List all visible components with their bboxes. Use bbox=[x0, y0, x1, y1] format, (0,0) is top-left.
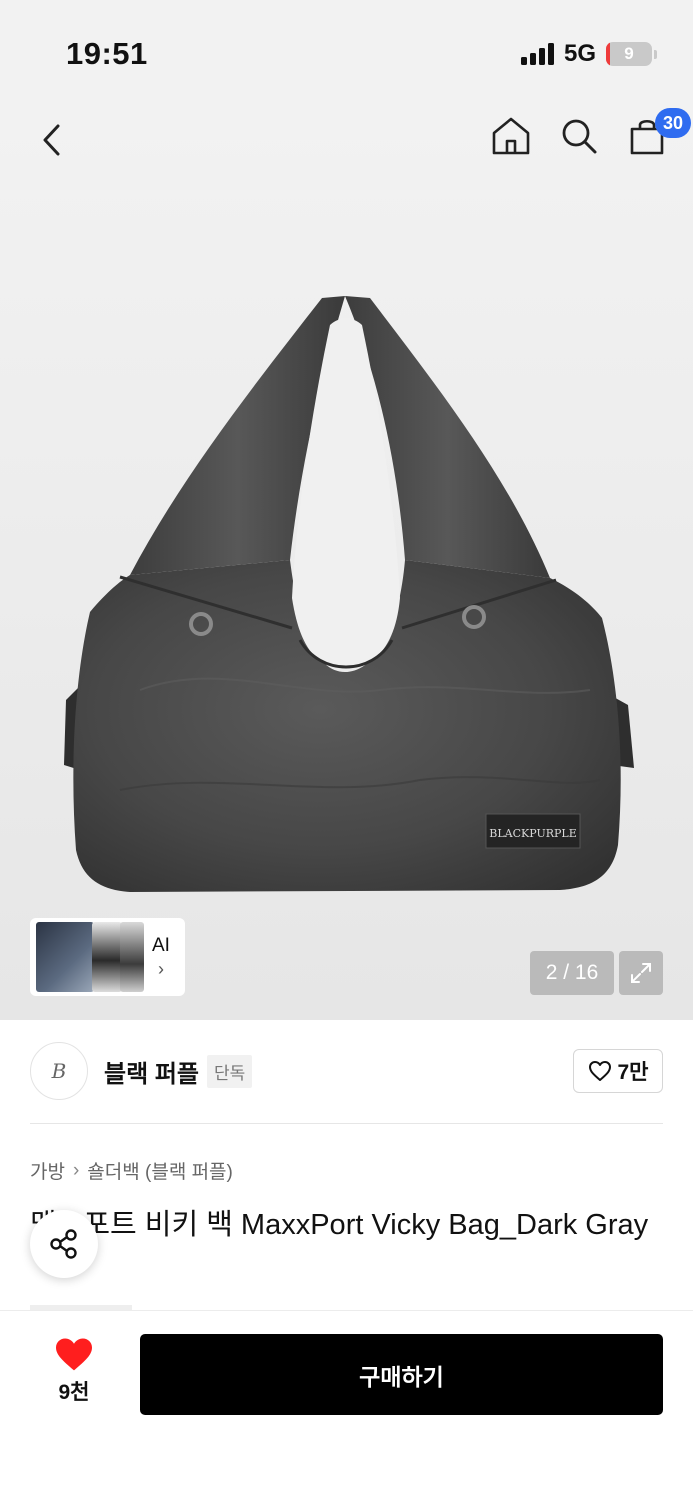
status-bar: 19:51 5G 9 bbox=[0, 0, 693, 100]
product-image-gallery[interactable]: BLACKPURPLE AI › 2 / 16 bbox=[0, 100, 693, 1020]
buy-button[interactable]: 구매하기 bbox=[140, 1334, 663, 1415]
chevron-right-icon: › bbox=[157, 958, 164, 979]
status-indicators: 5G 9 bbox=[520, 40, 657, 68]
cart-count-badge: 30 bbox=[655, 108, 691, 138]
ai-styling-card[interactable]: AI › bbox=[30, 918, 185, 996]
battery-icon: 9 bbox=[606, 42, 652, 66]
ai-thumbnail bbox=[36, 922, 94, 992]
share-button[interactable] bbox=[30, 1210, 98, 1278]
product-image: BLACKPURPLE bbox=[64, 296, 634, 892]
product-title: 맥스포트 비키 백 MaxxPort Vicky Bag_Dark Gray bbox=[30, 1209, 649, 1241]
status-time: 19:51 bbox=[66, 36, 148, 71]
brand-row: B 블랙 퍼플 단독 7만 bbox=[30, 1042, 663, 1100]
ai-thumbnails bbox=[34, 922, 144, 992]
battery-percent: 9 bbox=[624, 44, 634, 63]
breadcrumb-item-bags[interactable]: 가방 bbox=[30, 1157, 65, 1184]
heart-filled-icon bbox=[56, 1338, 92, 1371]
exclusive-badge: 단독 bbox=[207, 1054, 253, 1088]
top-nav-icons: 30 bbox=[489, 108, 691, 160]
battery-level bbox=[606, 42, 611, 66]
image-counter: 2 / 16 bbox=[530, 951, 614, 995]
product-logo-text: BLACKPURPLE bbox=[489, 827, 576, 840]
wishlist-button[interactable]: 9천 bbox=[40, 1336, 108, 1406]
breadcrumb: 가방 › 숄더백 (블랙 퍼플) bbox=[30, 1157, 233, 1184]
expand-icon[interactable] bbox=[619, 951, 663, 995]
search-button[interactable] bbox=[557, 112, 601, 160]
signal-icon bbox=[520, 43, 554, 65]
wishlist-count: 9천 bbox=[58, 1381, 90, 1404]
breadcrumb-item-shoulder-bag[interactable]: 숄더백 (블랙 퍼플) bbox=[87, 1157, 233, 1184]
brand-like-count: 7만 bbox=[617, 1061, 649, 1084]
brand-logo[interactable]: B bbox=[30, 1042, 88, 1100]
ai-label: AI bbox=[152, 934, 170, 956]
ai-label-group: AI › bbox=[152, 935, 170, 980]
share-icon bbox=[50, 1229, 77, 1259]
brand-like-button[interactable]: 7만 bbox=[573, 1049, 663, 1093]
cart-button[interactable]: 30 bbox=[625, 108, 691, 160]
search-icon bbox=[562, 119, 597, 154]
back-button[interactable] bbox=[36, 120, 70, 160]
brand-name[interactable]: 블랙 퍼플 bbox=[104, 1054, 199, 1089]
divider bbox=[30, 1123, 663, 1124]
network-type: 5G bbox=[563, 40, 596, 67]
chevron-left-icon bbox=[43, 124, 60, 156]
heart-outline-icon bbox=[588, 1061, 611, 1081]
brand-logo-letter: B bbox=[51, 1059, 67, 1083]
battery-cap bbox=[654, 49, 657, 59]
home-icon bbox=[492, 117, 530, 155]
ai-thumbnail bbox=[120, 922, 144, 992]
chevron-right-icon: › bbox=[72, 1159, 80, 1181]
home-button[interactable] bbox=[489, 112, 533, 160]
ai-thumbnail bbox=[92, 922, 122, 992]
